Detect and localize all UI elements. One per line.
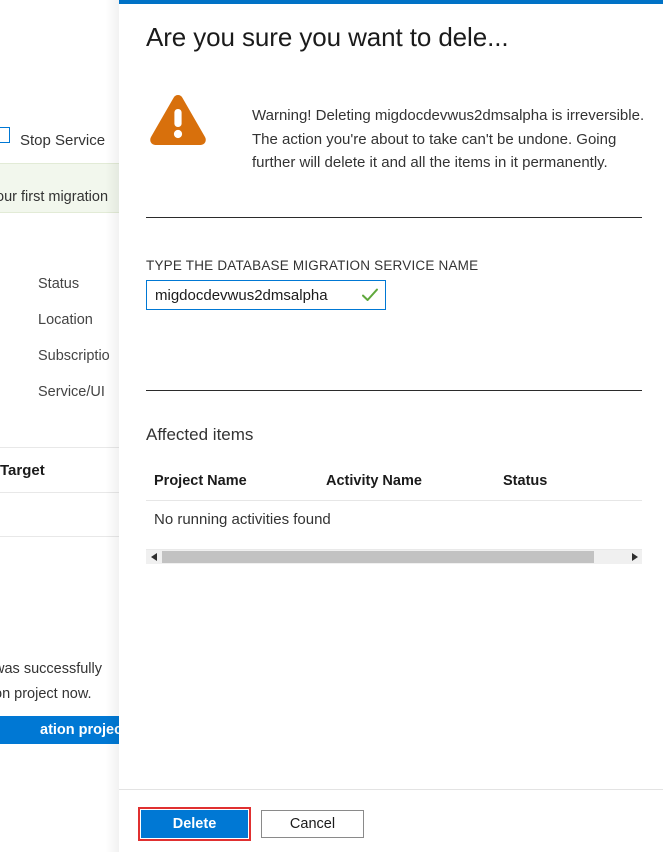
footer-separator [119, 789, 663, 790]
divider [0, 492, 122, 493]
property-label-status: Status [38, 277, 79, 292]
warning-message-text: Warning! Deleting migdocdevwus2dmsalpha … [252, 107, 644, 171]
table-empty-message: No running activities found [154, 511, 331, 528]
table-body: No running activities found [146, 501, 642, 543]
service-name-input[interactable] [147, 281, 353, 309]
target-section-heading: Target [0, 463, 45, 478]
divider [146, 217, 642, 218]
chevron-left-icon[interactable] [146, 550, 161, 564]
success-banner-text: our first migration [0, 190, 108, 205]
warning-message: Warning! Deleting migdocdevwus2dmsalpha … [146, 104, 652, 175]
screen: Stop Service our first migration Status … [0, 0, 663, 852]
success-banner [0, 163, 122, 213]
divider [146, 390, 642, 391]
column-header-status[interactable]: Status [503, 473, 547, 489]
divider [0, 536, 122, 537]
stop-service-label: Stop Service [20, 133, 105, 148]
dialog-header: Are you sure you want to dele... [119, 8, 663, 74]
affected-items-table: Project Name Activity Name Status No run… [146, 467, 642, 543]
delete-button[interactable]: Delete [141, 810, 248, 838]
background-blade: Stop Service our first migration Status … [0, 0, 122, 852]
delete-confirmation-dialog: Are you sure you want to dele... Warning… [119, 0, 663, 852]
property-label-service-ui: Service/UI [38, 385, 105, 400]
chevron-right-icon[interactable] [627, 550, 642, 564]
divider [0, 447, 122, 448]
table-header-row: Project Name Activity Name Status [146, 467, 642, 501]
dialog-title: Are you sure you want to dele... [146, 22, 508, 53]
stop-service-checkbox[interactable] [0, 127, 10, 143]
property-label-subscription: Subscriptio [38, 349, 110, 364]
column-header-activity-name[interactable]: Activity Name [326, 473, 422, 489]
property-label-location: Location [38, 313, 93, 328]
new-migration-project-button-label: ation project [40, 722, 122, 738]
column-header-project-name[interactable]: Project Name [154, 473, 247, 489]
horizontal-scrollbar[interactable] [146, 549, 642, 564]
service-name-input-wrapper[interactable] [146, 280, 386, 310]
background-message-line-2: on project now. [0, 687, 92, 702]
affected-items-heading: Affected items [146, 425, 253, 445]
service-name-field-label: TYPE THE DATABASE MIGRATION SERVICE NAME [146, 258, 478, 273]
scrollbar-thumb[interactable] [162, 551, 594, 563]
background-message-line-1: was successfully [0, 662, 102, 677]
cancel-button[interactable]: Cancel [261, 810, 364, 838]
checkmark-icon [361, 286, 379, 304]
